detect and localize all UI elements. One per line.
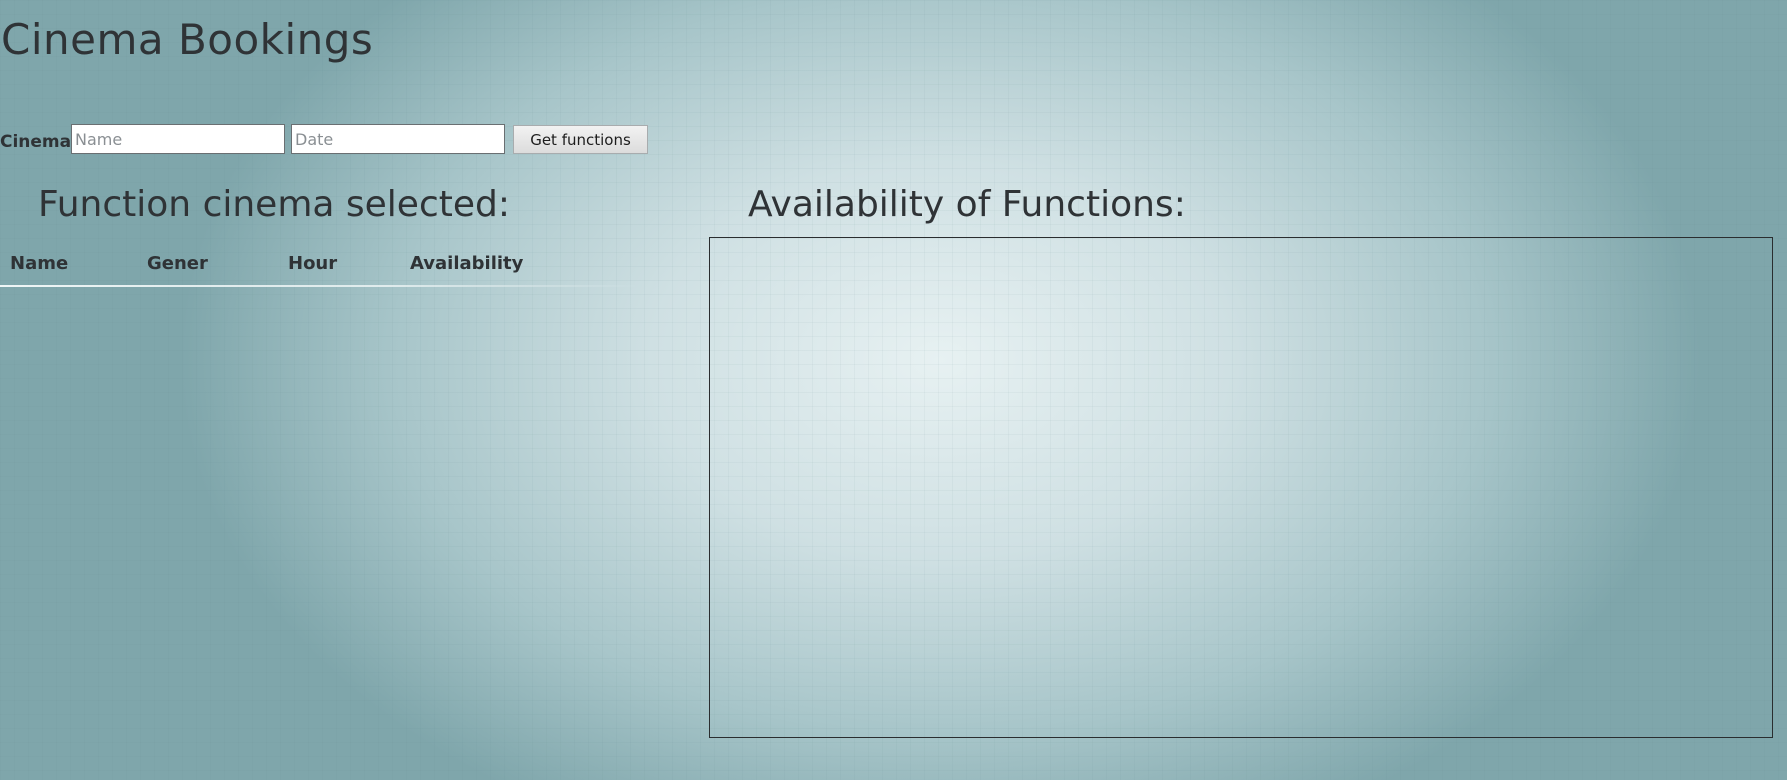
cinema-search-form: Cinema: Get functions — [0, 124, 700, 156]
column-header-gener: Gener — [147, 253, 208, 274]
table-header-divider — [0, 285, 640, 287]
cinema-name-input[interactable] — [71, 124, 285, 154]
page-title: Cinema Bookings — [1, 15, 374, 64]
functions-table-header: Name Gener Hour Availability — [0, 248, 640, 288]
column-header-name: Name — [10, 253, 69, 274]
column-header-hour: Hour — [288, 253, 338, 274]
availability-section-title: Availability of Functions: — [748, 184, 1186, 225]
column-header-availability: Availability — [410, 253, 524, 274]
get-functions-button[interactable]: Get functions — [513, 125, 648, 154]
date-input[interactable] — [291, 124, 505, 154]
cinema-label: Cinema: — [0, 132, 78, 152]
functions-section-title: Function cinema selected: — [38, 184, 510, 225]
availability-canvas[interactable] — [709, 237, 1773, 738]
